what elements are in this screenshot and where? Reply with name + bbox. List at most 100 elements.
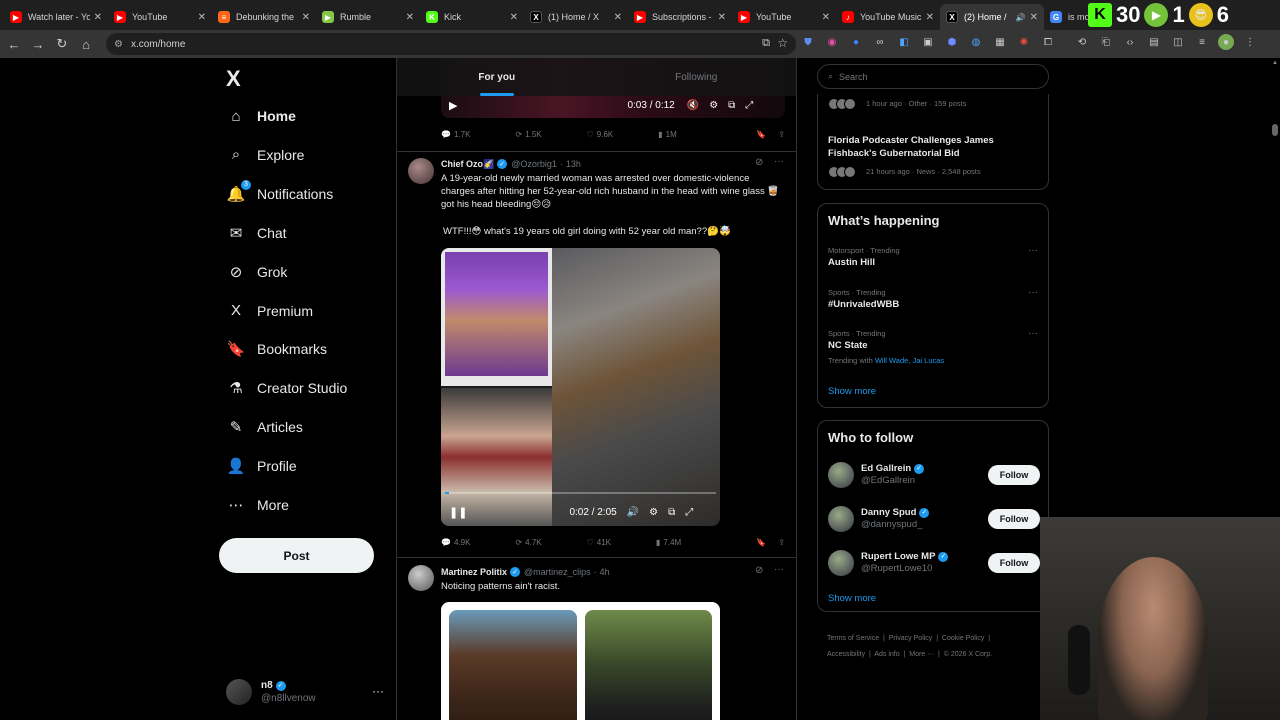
fullscreen-icon[interactable]: ⤢ (745, 100, 753, 111)
play-icon[interactable]: ▶ (449, 99, 457, 112)
history-icon[interactable]: ⟲ (1074, 34, 1090, 50)
address-bar[interactable]: ⚙ x.com/home ⧉ ☆ (106, 33, 796, 55)
browser-tab[interactable]: ▶ Subscriptions - ✕ (628, 4, 732, 30)
sidebar-item-explore[interactable]: ⌕ Explore (226, 137, 305, 173)
more-dots-icon[interactable]: ··· (774, 564, 784, 575)
account-switcher[interactable]: n8 ✓ @n8llvenow ··· (226, 674, 386, 710)
extension-glasses-icon[interactable]: ∞ (872, 34, 888, 50)
close-tab-icon[interactable]: ✕ (406, 12, 414, 23)
tab-audio-icon[interactable]: 🔊 (1016, 13, 1026, 22)
sidebar-panel-icon[interactable]: ▤ (1146, 34, 1162, 50)
sidebar-item-creator-studio[interactable]: ⚗ Creator Studio (226, 370, 347, 406)
settings-gear-icon[interactable]: ⚙ (709, 100, 718, 111)
browser-tab[interactable]: ♪ YouTube Music ✕ (836, 4, 940, 30)
extension-circle-icon[interactable]: ◉ (824, 34, 840, 50)
devtools-icon[interactable]: ‹› (1122, 34, 1138, 50)
reply-button[interactable]: 💬 1.7K (441, 130, 470, 139)
person-name[interactable]: Ed Gallrein (861, 463, 911, 475)
pause-icon[interactable]: ❚❚ (449, 506, 467, 519)
search-input[interactable] (839, 71, 1020, 82)
pip-icon[interactable]: ⧉ (728, 100, 735, 111)
extension-dot-icon[interactable]: ● (848, 34, 864, 50)
person-name[interactable]: Danny Spud (861, 507, 916, 519)
back-arrow-icon[interactable]: ← (2, 32, 26, 56)
trend-name[interactable]: Austin Hill (828, 257, 875, 268)
share-button[interactable]: ⇪ (778, 130, 785, 139)
extension-window-icon[interactable]: ▣ (920, 34, 936, 50)
views-button[interactable]: ▮ 1M (658, 130, 677, 139)
person-name[interactable]: Rupert Lowe MP (861, 551, 935, 563)
bookmark-star-icon[interactable]: ☆ (777, 36, 788, 50)
tweet-time[interactable]: 4h (600, 567, 610, 577)
author-name[interactable]: Chief Ozo🌠 (441, 159, 494, 170)
close-tab-icon[interactable]: ✕ (510, 12, 518, 23)
sidebar-item-premium[interactable]: X Premium (226, 293, 313, 329)
news-title[interactable]: Florida Podcaster Challenges James Fishb… (828, 134, 1038, 160)
footer-link[interactable]: Accessibility (827, 651, 865, 658)
repost-button[interactable]: ⟳ 1.5K (515, 130, 541, 139)
scrollbar-thumb[interactable] (1272, 124, 1278, 136)
extension-signal-icon[interactable]: ◍ (968, 34, 984, 50)
browser-tab[interactable]: ▶ YouTube ✕ (108, 4, 212, 30)
extension-hex-icon[interactable]: ⬢ (944, 34, 960, 50)
home-browser-icon[interactable]: ⌂ (74, 32, 98, 56)
extension-chat-icon[interactable]: ◧ (896, 34, 912, 50)
close-tab-icon[interactable]: ✕ (302, 12, 310, 23)
bookmark-button[interactable]: 🔖 (756, 130, 766, 139)
cast-icon[interactable]: ◫ (1170, 34, 1186, 50)
translate-icon[interactable]: ⎗ (1098, 34, 1114, 50)
browser-tab[interactable]: ▶ Watch later - Yo ✕ (4, 4, 108, 30)
sidebar-item-bookmarks[interactable]: 🔖 Bookmarks (226, 331, 327, 367)
browser-tab[interactable]: ▶ YouTube ✕ (732, 4, 836, 30)
avatar[interactable] (828, 506, 854, 532)
tweet-image[interactable] (441, 602, 720, 720)
follow-button[interactable]: Follow (988, 509, 1040, 529)
like-button[interactable]: ♡ 9.6K (587, 130, 614, 139)
mute-icon[interactable]: 🔇 (687, 100, 699, 111)
sidebar-item-more[interactable]: ⋯ More (226, 487, 289, 523)
grok-explain-icon[interactable]: ⊘ (755, 157, 763, 168)
footer-link[interactable]: More ··· (909, 651, 934, 658)
sidebar-item-grok[interactable]: ⊘ Grok (226, 254, 288, 290)
install-app-icon[interactable]: ⧉ (762, 37, 770, 50)
avatar[interactable] (408, 565, 434, 591)
close-tab-icon[interactable]: ✕ (198, 12, 206, 23)
author-name[interactable]: Martinez Politix (441, 567, 507, 577)
scroll-up-icon[interactable]: ▲ (1272, 60, 1278, 66)
share-button[interactable]: ⇪ (778, 538, 785, 547)
search-box[interactable]: ⌕ (817, 64, 1049, 89)
site-info-icon[interactable]: ⚙ (114, 39, 123, 50)
close-tab-icon[interactable]: ✕ (926, 12, 934, 23)
footer-link[interactable]: Cookie Policy (942, 635, 984, 642)
extensions-puzzle-icon[interactable]: ⧠ (1040, 34, 1056, 50)
author-handle[interactable]: @Ozorbig1 (511, 159, 557, 169)
footer-link[interactable]: Terms of Service (827, 635, 879, 642)
more-dots-icon[interactable]: ··· (1028, 287, 1038, 298)
close-tab-icon[interactable]: ✕ (718, 12, 726, 23)
settings-gear-icon[interactable]: ⚙ (649, 507, 658, 518)
who-to-follow-row[interactable]: Ed Gallrein ✓ @EdGallrein Follow (828, 459, 1040, 491)
reload-icon[interactable]: ↻ (50, 32, 74, 56)
views-button[interactable]: ▮ 7.4M (656, 538, 681, 547)
grok-explain-icon[interactable]: ⊘ (755, 565, 763, 576)
extension-shield-icon[interactable]: ⛊ (800, 34, 816, 50)
volume-icon[interactable]: 🔊 (627, 507, 639, 518)
who-to-follow-row[interactable]: Rupert Lowe MP ✓ @RupertLowe10 Follow (828, 547, 1040, 579)
close-tab-icon[interactable]: ✕ (614, 12, 622, 23)
bookmark-button[interactable]: 🔖 (756, 538, 766, 547)
browser-tab[interactable]: X (2) Home / 🔊 ✕ (940, 4, 1044, 30)
close-tab-icon[interactable]: ✕ (822, 12, 830, 23)
avatar[interactable] (828, 462, 854, 488)
fullscreen-icon[interactable]: ⤢ (685, 507, 693, 518)
trend-name[interactable]: #UnrivaledWBB (828, 299, 899, 310)
trend-name[interactable]: NC State (828, 340, 868, 351)
follow-button[interactable]: Follow (988, 553, 1040, 573)
who-to-follow-row[interactable]: Danny Spud ✓ @dannyspud_ Follow (828, 503, 1040, 535)
sidebar-item-notifications[interactable]: 🔔 3 Notifications (226, 176, 333, 212)
browser-tab[interactable]: ≡ Debunking the ✕ (212, 4, 316, 30)
sidebar-item-profile[interactable]: 👤 Profile (226, 448, 297, 484)
forward-arrow-icon[interactable]: → (26, 32, 50, 56)
extension-gear-icon[interactable]: ✺ (1016, 34, 1032, 50)
more-dots-icon[interactable]: ··· (1028, 328, 1038, 339)
browser-tab[interactable]: K Kick ✕ (420, 4, 524, 30)
